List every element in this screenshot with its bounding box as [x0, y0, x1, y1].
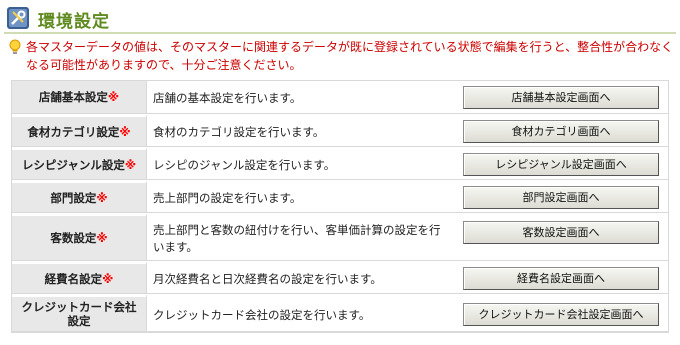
- table-row: クレジットカード会社設定 クレジットカード会社の設定を行います。 クレジットカー…: [12, 294, 668, 332]
- row-description: 売上部門と客数の紐付けを行い、客単価計算の設定を行います。: [147, 213, 447, 261]
- table-row: 食材カテゴリ設定※ 食材のカテゴリ設定を行います。 食材カテゴリ画面へ: [12, 114, 668, 147]
- credit-card-company-button[interactable]: クレジットカード会社設定画面へ: [463, 302, 659, 326]
- row-description: クレジットカード会社の設定を行います。: [147, 294, 447, 332]
- customer-count-button[interactable]: 客数設定画面へ: [463, 221, 659, 244]
- row-label: 食材カテゴリ設定※: [12, 114, 147, 147]
- row-description: 食材のカテゴリ設定を行います。: [147, 114, 447, 147]
- required-mark: ※: [96, 231, 108, 245]
- row-description: 売上部門の設定を行います。: [147, 180, 447, 213]
- row-label: 店舗基本設定※: [12, 81, 147, 114]
- row-label: 客数設定※: [12, 213, 147, 261]
- table-row: 客数設定※ 売上部門と客数の紐付けを行い、客単価計算の設定を行います。 客数設定…: [12, 213, 668, 261]
- header-divider: [4, 32, 676, 34]
- expense-name-button[interactable]: 経費名設定画面へ: [463, 267, 659, 290]
- row-label: 部門設定※: [12, 180, 147, 213]
- row-description: 店舗の基本設定を行います。: [147, 81, 447, 114]
- row-description: 月次経費名と日次経費名の設定を行います。: [147, 261, 447, 294]
- required-mark: ※: [102, 271, 114, 286]
- department-settings-button[interactable]: 部門設定画面へ: [463, 186, 659, 209]
- settings-tools-icon: [6, 6, 30, 30]
- row-label: 経費名設定※: [12, 261, 147, 294]
- recipe-genre-button[interactable]: レシピジャンル設定画面へ: [463, 153, 659, 176]
- required-mark: ※: [96, 190, 108, 205]
- row-description: レシピのジャンル設定を行います。: [147, 147, 447, 180]
- table-row: 店舗基本設定※ 店舗の基本設定を行います。 店舗基本設定画面へ: [12, 81, 668, 114]
- table-row: 部門設定※ 売上部門の設定を行います。 部門設定画面へ: [12, 180, 668, 213]
- table-row: 経費名設定※ 月次経費名と日次経費名の設定を行います。 経費名設定画面へ: [12, 261, 668, 294]
- row-label: レシピジャンル設定※: [12, 147, 147, 180]
- ingredient-category-button[interactable]: 食材カテゴリ画面へ: [463, 120, 659, 143]
- required-mark: ※: [119, 124, 131, 139]
- settings-table: 店舗基本設定※ 店舗の基本設定を行います。 店舗基本設定画面へ 食材カテゴリ設定…: [11, 80, 669, 333]
- store-basic-settings-button[interactable]: 店舗基本設定画面へ: [463, 85, 659, 109]
- required-mark: ※: [124, 157, 137, 172]
- page-header: 環境設定: [4, 4, 676, 34]
- lightbulb-icon: [8, 39, 22, 55]
- warning-notice: 各マスターデータの値は、そのマスターに関連するデータが既に登録されている状態で編…: [8, 38, 676, 74]
- page-title: 環境設定: [38, 12, 110, 32]
- notice-text: 各マスターデータの値は、そのマスターに関連するデータが既に登録されている状態で編…: [26, 40, 674, 72]
- required-mark: ※: [107, 90, 120, 104]
- table-row: レシピジャンル設定※ レシピのジャンル設定を行います。 レシピジャンル設定画面へ: [12, 147, 668, 180]
- row-label: クレジットカード会社設定: [12, 294, 147, 332]
